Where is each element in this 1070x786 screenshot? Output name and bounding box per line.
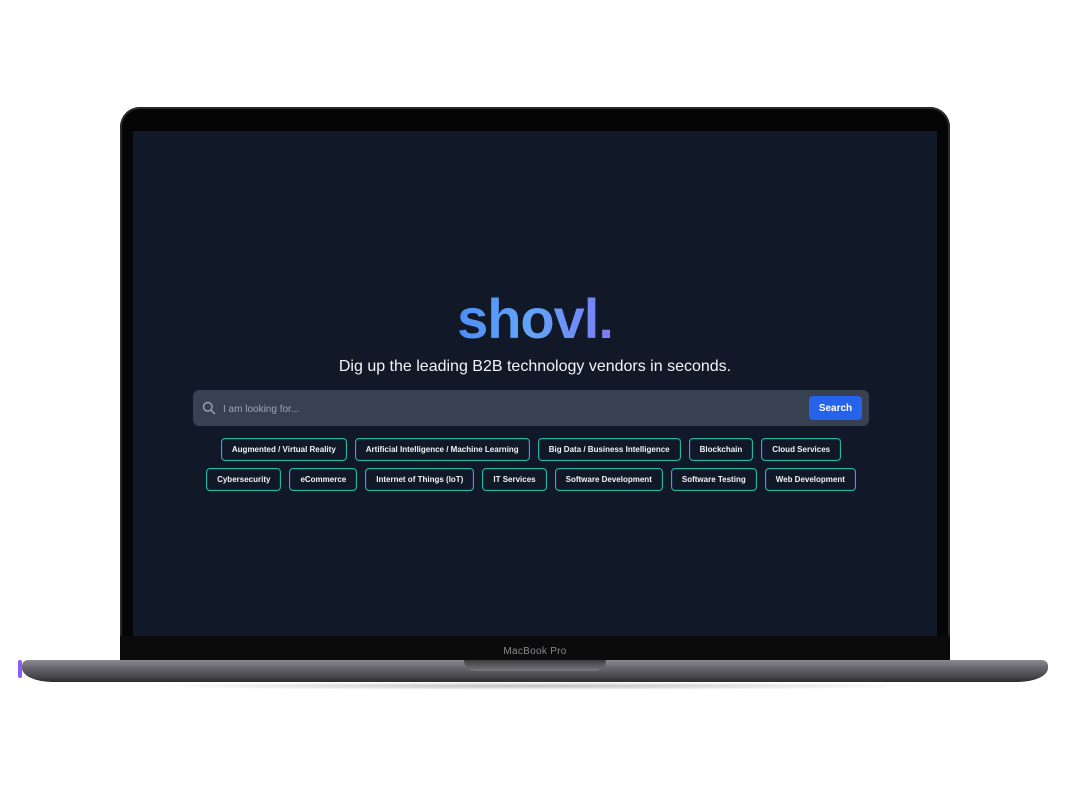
category-tag[interactable]: IT Services xyxy=(482,468,547,491)
category-tag[interactable]: Cybersecurity xyxy=(206,468,282,491)
category-tag[interactable]: Software Testing xyxy=(670,468,757,491)
category-tags: Augmented / Virtual Reality Artificial I… xyxy=(189,438,873,491)
hero-tagline: Dig up the leading B2B technology vendor… xyxy=(338,358,732,375)
app-screen: shovl. Dig up the leading B2B technology… xyxy=(133,131,937,636)
laptop-mockup: shovl. Dig up the leading B2B technology… xyxy=(0,0,1070,786)
category-tag[interactable]: Web Development xyxy=(764,468,856,491)
category-tag[interactable]: Augmented / Virtual Reality xyxy=(220,438,347,461)
category-tag[interactable]: Internet of Things (IoT) xyxy=(365,468,475,491)
brand-logo[interactable]: shovl. xyxy=(133,289,937,349)
search-button[interactable]: Search xyxy=(809,396,862,420)
brand-logo-text: shovl. xyxy=(457,287,614,350)
search-bar: Search xyxy=(193,390,869,426)
category-tag[interactable]: Big Data / Business Intelligence xyxy=(537,438,681,461)
laptop-shadow xyxy=(140,682,930,690)
search-input[interactable] xyxy=(221,399,795,419)
category-tag[interactable]: Blockchain xyxy=(688,438,754,461)
category-tag[interactable]: Software Development xyxy=(554,468,663,491)
category-tag[interactable]: eCommerce xyxy=(289,468,358,491)
search-icon xyxy=(202,401,216,415)
laptop-opening-notch xyxy=(464,660,606,671)
category-tag[interactable]: Artificial Intelligence / Machine Learni… xyxy=(354,438,530,461)
laptop-edge-accent xyxy=(18,660,22,678)
device-model-label: MacBook Pro xyxy=(503,646,567,657)
category-tag[interactable]: Cloud Services xyxy=(761,438,842,461)
